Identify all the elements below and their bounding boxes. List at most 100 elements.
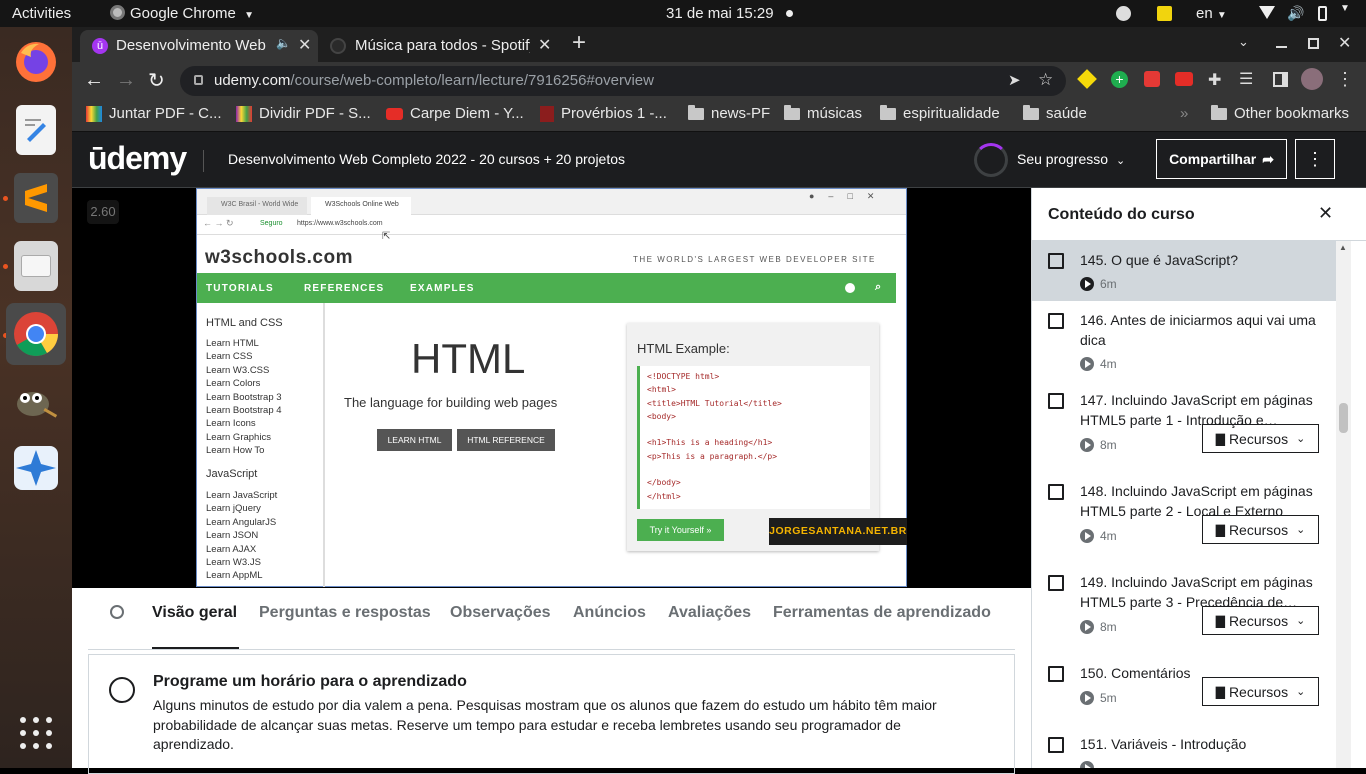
send-to-device-icon[interactable]: ➤	[1008, 71, 1021, 89]
tab-visao-geral[interactable]: Visão geral	[152, 604, 237, 622]
close-sidebar-icon[interactable]: ✕	[1318, 203, 1333, 224]
udemy-logo[interactable]: ūdemy	[88, 140, 187, 177]
close-tab-icon[interactable]: ✕	[538, 35, 551, 55]
notes-indicator-icon[interactable]	[1157, 6, 1172, 21]
checkbox[interactable]	[1048, 666, 1064, 682]
url-path: /course/web-completo/learn/lecture/79162…	[290, 72, 654, 89]
tab-perguntas[interactable]: Perguntas e respostas	[259, 604, 431, 622]
tab-udemy[interactable]: ū Desenvolvimento Web Completo 🔈 ✕	[80, 30, 318, 62]
w3-tab-1: W3C Brasil - World Wide	[207, 197, 307, 215]
wifi-icon[interactable]	[1259, 6, 1275, 19]
reminder-card: Programe um horário para o aprendizado A…	[88, 654, 1015, 774]
resources-button[interactable]: ▇ Recursos ⌄	[1202, 677, 1319, 706]
w3-side-link: Learn Graphics	[206, 431, 271, 443]
playback-speed[interactable]: 2.60	[87, 200, 119, 224]
gimp-icon[interactable]	[11, 377, 61, 427]
course-title[interactable]: Desenvolvimento Web Completo 2022 - 20 c…	[228, 151, 625, 167]
clock[interactable]: 31 de mai 15:29	[666, 5, 774, 22]
other-bookmarks[interactable]: Other bookmarks	[1211, 104, 1349, 122]
tab-anuncios[interactable]: Anúncios	[573, 604, 646, 622]
app-menu[interactable]: Google Chrome ▼	[110, 5, 254, 22]
new-tab-icon[interactable]: +	[572, 29, 586, 57]
files-icon[interactable]	[14, 241, 58, 291]
checkbox[interactable]	[1048, 575, 1064, 591]
app-icon[interactable]	[11, 443, 61, 493]
close-tab-icon[interactable]: ✕	[298, 35, 311, 55]
show-applications-icon[interactable]	[20, 717, 52, 749]
checkbox[interactable]	[1048, 484, 1064, 500]
chevron-down-icon: ⌄	[1296, 615, 1306, 627]
bookmark-juntar-pdf[interactable]: Juntar PDF - C...	[86, 105, 222, 122]
checkbox[interactable]	[1048, 393, 1064, 409]
search-icon[interactable]	[110, 605, 124, 619]
bookmark-folder-espiritualidade[interactable]: espiritualidade	[880, 104, 1000, 122]
checkbox[interactable]	[1048, 253, 1064, 269]
chrome-icon[interactable]	[6, 303, 66, 365]
battery-icon[interactable]	[1318, 6, 1327, 21]
w3-side-link: Learn How To	[206, 445, 265, 457]
lecture-item[interactable]: 149. Incluindo JavaScript em páginas HTM…	[1032, 563, 1336, 654]
lecture-item[interactable]: 151. Variáveis - Introdução	[1032, 725, 1336, 768]
folder-open-icon: ▇	[1215, 522, 1225, 537]
minimize-icon[interactable]	[1276, 46, 1287, 48]
volume-icon[interactable]: 🔊	[1287, 5, 1304, 22]
reload-icon[interactable]: ↻	[148, 68, 165, 93]
bookmark-proverbios[interactable]: Provérbios 1 -...	[540, 105, 667, 122]
duration-text: 4m	[1100, 529, 1117, 543]
checkbox[interactable]	[1048, 737, 1064, 753]
add-extension-icon[interactable]: +	[1111, 71, 1128, 88]
lecture-item[interactable]: 146. Antes de iniciarmos aqui vai uma di…	[1032, 301, 1336, 381]
progress-button[interactable]: Seu progresso ⌄	[1017, 151, 1125, 167]
youtube-extension-icon[interactable]	[1175, 72, 1193, 86]
language-indicator[interactable]: en ▼	[1196, 5, 1227, 22]
sublime-text-icon[interactable]	[14, 173, 58, 223]
scroll-up-icon[interactable]: ▲	[1339, 243, 1347, 252]
firefox-icon[interactable]	[11, 37, 61, 87]
address-bar[interactable]: udemy.com/course/web-completo/learn/lect…	[180, 66, 1066, 96]
scroll-thumb[interactable]	[1339, 403, 1348, 433]
tab-spotify[interactable]: Música para todos - Spotify ✕	[320, 30, 560, 62]
extensions-puzzle-icon[interactable]: ✚	[1208, 70, 1221, 90]
media-queue-icon[interactable]: ☰	[1239, 69, 1253, 89]
tab-avaliacoes[interactable]: Avaliações	[668, 604, 751, 622]
power-menu-icon[interactable]: ▼	[1340, 3, 1350, 14]
bookmark-folder-musicas[interactable]: músicas	[784, 104, 862, 122]
more-bookmarks-icon[interactable]: »	[1180, 105, 1188, 122]
activities-button[interactable]: Activities	[12, 5, 71, 22]
w3-side-link: Learn W3.JS	[206, 557, 261, 569]
lecture-item[interactable]: 145. O que é JavaScript? 6m	[1032, 241, 1336, 301]
tab-title: Desenvolvimento Web Completo	[116, 37, 266, 54]
lecture-item[interactable]: 147. Incluindo JavaScript em páginas HTM…	[1032, 381, 1336, 472]
back-icon[interactable]: ←	[84, 69, 104, 92]
lecture-item[interactable]: 150. Comentários 5m ▇ Recursos ⌄	[1032, 654, 1336, 725]
tab-observacoes[interactable]: Observações	[450, 604, 551, 622]
bookmark-folder-saude[interactable]: saúde	[1023, 104, 1087, 122]
resources-button[interactable]: ▇ Recursos ⌄	[1202, 606, 1319, 635]
text-editor-icon[interactable]	[16, 105, 56, 155]
lecture-item[interactable]: 148. Incluindo JavaScript em páginas HTM…	[1032, 472, 1336, 563]
extension-badge-icon[interactable]	[1144, 71, 1160, 87]
share-button[interactable]: Compartilhar ➦	[1156, 139, 1287, 179]
chrome-menu-icon[interactable]: ⋮	[1336, 69, 1354, 90]
video-player[interactable]: 2.60 W3C Brasil - World Wide W3Schools O…	[72, 188, 1031, 588]
network-status-icon[interactable]	[1116, 6, 1131, 21]
toolbar: ← → ↻ udemy.com/course/web-completo/lear…	[72, 62, 1366, 100]
scrollbar[interactable]: ▲	[1336, 241, 1351, 768]
tab-search-icon[interactable]: ⌄	[1238, 34, 1249, 50]
audio-playing-icon[interactable]: 🔈	[276, 36, 291, 50]
forward-icon[interactable]: →	[116, 69, 136, 92]
close-window-icon[interactable]: ✕	[1338, 33, 1351, 53]
bookmark-folder-news[interactable]: news-PF	[688, 104, 770, 122]
maximize-icon[interactable]	[1308, 38, 1319, 49]
tab-ferramentas[interactable]: Ferramentas de aprendizado	[773, 604, 991, 622]
bookmark-carpe-diem[interactable]: Carpe Diem - Y...	[386, 105, 524, 122]
side-panel-icon[interactable]	[1273, 72, 1288, 87]
highlighter-extension-icon[interactable]	[1077, 69, 1097, 89]
profile-avatar[interactable]	[1301, 68, 1323, 90]
resources-button[interactable]: ▇ Recursos ⌄	[1202, 515, 1319, 544]
more-options-button[interactable]: ⋮	[1295, 139, 1335, 179]
resources-button[interactable]: ▇ Recursos ⌄	[1202, 424, 1319, 453]
bookmark-star-icon[interactable]: ☆	[1038, 70, 1053, 90]
bookmark-dividir-pdf[interactable]: Dividir PDF - S...	[236, 105, 371, 122]
checkbox[interactable]	[1048, 313, 1064, 329]
